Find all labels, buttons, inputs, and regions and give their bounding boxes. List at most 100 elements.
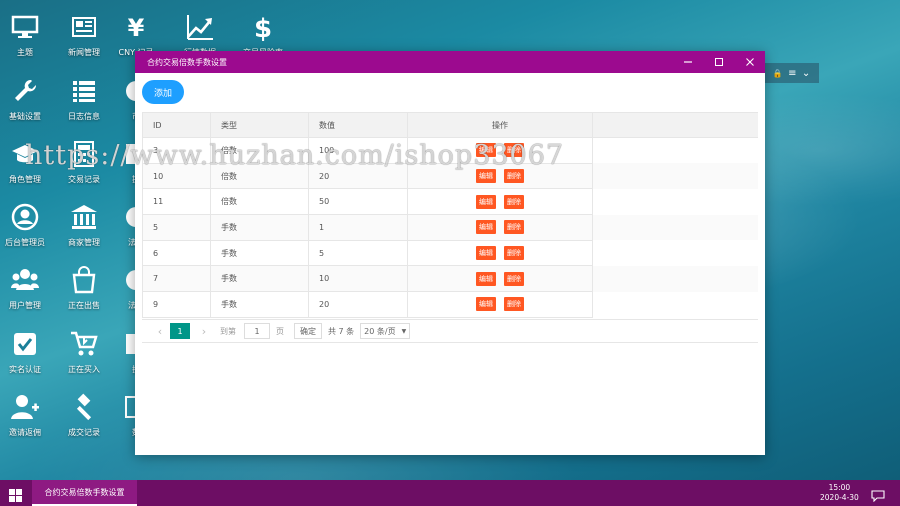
taskbar: 合约交易倍数手数设置 15:00 2020-4-30 <box>0 480 900 506</box>
edit-button[interactable]: 编辑 <box>476 169 496 184</box>
cell-type: 倍数 <box>210 188 309 216</box>
desktop-icon-label: 正在买入 <box>68 365 100 374</box>
calculator-icon <box>69 139 99 169</box>
cell-type: 手数 <box>210 239 309 267</box>
edit-button[interactable]: 编辑 <box>476 194 496 209</box>
goto-label: 到第 <box>220 326 236 336</box>
cell-actions: 编辑 删除 <box>407 265 593 293</box>
cell-value: 10 <box>308 265 408 293</box>
column-header-id[interactable]: ID <box>142 112 211 138</box>
list-icon <box>69 76 99 106</box>
clock-time: 15:00 <box>828 483 851 492</box>
desktop-toolbar[interactable]: 🔒 ≡ ⌄ <box>764 63 819 83</box>
add-button[interactable]: 添加 <box>142 80 184 104</box>
desktop-icon-21[interactable]: 邀请返佣 <box>0 392 54 438</box>
edit-button[interactable]: 编辑 <box>476 297 496 312</box>
desktop-icon-label: 交易记录 <box>68 175 100 184</box>
cell-filler <box>592 240 758 266</box>
minimize-button[interactable] <box>672 51 703 73</box>
desktop-icon-2[interactable]: 新闻管理 <box>55 12 113 58</box>
edit-button[interactable]: 编辑 <box>476 246 496 261</box>
dollar-icon: $ <box>248 12 278 42</box>
cell-id: 3 <box>142 137 211 164</box>
desktop-icon-7[interactable]: 日志信息 <box>55 76 113 122</box>
table-row: 3 倍数 100 编辑 删除 <box>142 137 758 164</box>
notification-button[interactable] <box>871 487 885 503</box>
menu-icon[interactable]: ≡ <box>788 68 796 79</box>
cell-value: 20 <box>308 162 408 190</box>
delete-button[interactable]: 删除 <box>504 220 524 235</box>
column-header-value[interactable]: 数值 <box>308 112 408 138</box>
column-header-type[interactable]: 类型 <box>210 112 309 138</box>
desktop-icon-19[interactable]: 正在买入 <box>55 329 113 375</box>
page-size-select[interactable]: 20 条/页 ▼ <box>360 323 411 339</box>
delete-button[interactable]: 删除 <box>504 271 524 286</box>
desktop-icon-18[interactable]: 实名认证 <box>0 329 54 375</box>
maximize-button[interactable] <box>703 51 734 73</box>
desktop-icon-label: 用户管理 <box>9 301 41 310</box>
yen-icon: ¥ <box>121 12 151 42</box>
cell-value: 50 <box>308 188 408 216</box>
desktop-icon-label: 实名认证 <box>9 365 41 374</box>
desktop-icon-22[interactable]: 成交记录 <box>55 392 113 438</box>
desktop-icon-label: 后台管理员 <box>5 238 45 247</box>
goto-page-input[interactable]: 1 <box>244 323 270 339</box>
cell-filler <box>592 188 758 215</box>
cell-actions: 编辑 删除 <box>407 239 593 267</box>
user-circle-icon <box>10 202 40 232</box>
desktop-icon-15[interactable]: 用户管理 <box>0 265 54 311</box>
desktop-icon-6[interactable]: 基础设置 <box>0 76 54 122</box>
bank-icon <box>69 202 99 232</box>
desktop-icon-9[interactable]: 角色管理 <box>0 139 54 185</box>
column-header-filler <box>592 112 758 138</box>
cell-type: 手数 <box>210 214 309 241</box>
delete-button[interactable]: 删除 <box>504 169 524 184</box>
taskbar-clock[interactable]: 15:00 2020-4-30 <box>820 483 859 503</box>
delete-button[interactable]: 删除 <box>504 143 524 158</box>
start-button[interactable] <box>9 487 22 502</box>
taskbar-window-item[interactable]: 合约交易倍数手数设置 <box>32 480 137 506</box>
windows-logo-icon <box>9 489 22 502</box>
cell-filler <box>592 265 758 292</box>
desktop-icon-1[interactable]: 主题 <box>0 12 54 58</box>
desktop-icon-10[interactable]: 交易记录 <box>55 139 113 185</box>
desktop-icon-12[interactable]: 后台管理员 <box>0 202 54 248</box>
cell-id: 11 <box>142 188 211 216</box>
cell-type: 手数 <box>210 265 309 293</box>
chevron-down-icon[interactable]: ⌄ <box>802 68 810 79</box>
cell-actions: 编辑 删除 <box>407 214 593 241</box>
next-page-button[interactable]: › <box>196 325 212 338</box>
page-label: 页 <box>276 326 284 336</box>
desktop-icon-label: 日志信息 <box>68 112 100 121</box>
cell-actions: 编辑 删除 <box>407 137 593 164</box>
graduation-cap-icon <box>10 139 40 169</box>
delete-button[interactable]: 删除 <box>504 246 524 261</box>
prev-page-button[interactable]: ‹ <box>152 325 168 338</box>
cell-value: 20 <box>308 291 408 318</box>
cell-id: 10 <box>142 162 211 190</box>
lock-icon[interactable]: 🔒 <box>773 69 783 78</box>
desktop-icon-13[interactable]: 商家管理 <box>55 202 113 248</box>
edit-button[interactable]: 编辑 <box>476 143 496 158</box>
cell-value: 5 <box>308 239 408 267</box>
cell-filler <box>592 163 758 189</box>
svg-text:¥: ¥ <box>128 14 145 41</box>
window-titlebar[interactable]: 合约交易倍数手数设置 <box>135 51 765 73</box>
desktop-icon-label: 商家管理 <box>68 238 100 247</box>
checkbox-icon <box>10 329 40 359</box>
delete-button[interactable]: 删除 <box>504 194 524 209</box>
monitor-icon <box>10 12 40 42</box>
cart-icon <box>69 329 99 359</box>
edit-button[interactable]: 编辑 <box>476 271 496 286</box>
wrench-icon <box>10 76 40 106</box>
goto-confirm-button[interactable]: 确定 <box>294 323 322 339</box>
page-1-button[interactable]: 1 <box>170 323 190 339</box>
close-button[interactable] <box>734 51 765 73</box>
delete-button[interactable]: 删除 <box>504 297 524 312</box>
desktop-icon-label: 邀请返佣 <box>9 428 41 437</box>
close-icon <box>745 58 754 66</box>
table-row: 7 手数 10 编辑 删除 <box>142 265 758 293</box>
cell-actions: 编辑 删除 <box>407 291 593 318</box>
desktop-icon-16[interactable]: 正在出售 <box>55 265 113 311</box>
edit-button[interactable]: 编辑 <box>476 220 496 235</box>
